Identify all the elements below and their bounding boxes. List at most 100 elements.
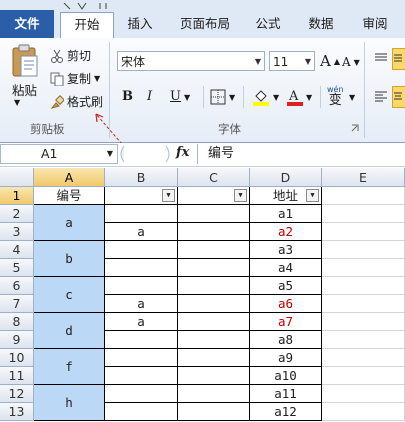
cell-d1[interactable]: 地址 ▼	[250, 187, 322, 205]
filter-dropdown-icon[interactable]: ▼	[234, 189, 247, 202]
cell-e[interactable]	[322, 349, 405, 367]
align-center-button[interactable]	[392, 86, 405, 108]
quick-access-icons[interactable]	[60, 2, 120, 11]
align-top-button[interactable]	[374, 52, 388, 66]
cell-b[interactable]	[105, 385, 178, 403]
column-header-a[interactable]: A	[34, 168, 105, 187]
row-header-11[interactable]: 11	[0, 367, 34, 385]
cell-b[interactable]: a	[105, 313, 178, 331]
italic-button[interactable]: I	[147, 89, 152, 104]
merged-cell-a[interactable]: a	[34, 205, 105, 241]
cell-c1[interactable]: ▼	[178, 187, 250, 205]
column-header-b[interactable]: B	[105, 168, 178, 187]
cell-d[interactable]: a4	[250, 259, 322, 277]
cell-c[interactable]	[178, 259, 250, 277]
cell-b[interactable]	[105, 205, 178, 223]
row-header-7[interactable]: 7	[0, 295, 34, 313]
column-header-c[interactable]: C	[178, 168, 250, 187]
merged-cell-a[interactable]: b	[34, 241, 105, 277]
row-header-1[interactable]: 1	[0, 187, 34, 205]
tab-review[interactable]: 审阅	[352, 12, 398, 38]
column-header-e[interactable]: E	[322, 168, 405, 187]
cell-d[interactable]: a8	[250, 331, 322, 349]
paste-label[interactable]: 粘贴	[12, 80, 37, 99]
bold-button[interactable]: B	[122, 89, 133, 104]
cell-d[interactable]: a12	[250, 403, 322, 421]
underline-dropdown-icon[interactable]: ▼	[184, 93, 190, 102]
cell-e[interactable]	[322, 259, 405, 277]
cell-e1[interactable]	[322, 187, 405, 205]
cell-c[interactable]	[178, 277, 250, 295]
align-left-button[interactable]	[374, 90, 388, 104]
tab-data[interactable]: 数据	[298, 12, 344, 38]
cell-b[interactable]	[105, 241, 178, 259]
cell-b[interactable]	[105, 403, 178, 421]
cell-c[interactable]	[178, 403, 250, 421]
column-header-d[interactable]: D	[250, 168, 322, 187]
cell-c[interactable]	[178, 205, 250, 223]
cell-e[interactable]	[322, 223, 405, 241]
borders-button[interactable]: ▼	[210, 89, 235, 105]
cell-d[interactable]: a6	[250, 295, 322, 313]
cut-button[interactable]: 剪切	[50, 47, 91, 64]
name-box[interactable]: A1 ▼	[0, 144, 118, 164]
cell-e[interactable]	[322, 331, 405, 349]
cell-b[interactable]: a	[105, 223, 178, 241]
cell-b[interactable]	[105, 331, 178, 349]
formula-input[interactable]: 编号	[197, 144, 405, 164]
row-header-2[interactable]: 2	[0, 205, 34, 223]
cell-d[interactable]: a3	[250, 241, 322, 259]
cell-d[interactable]: a1	[250, 205, 322, 223]
cell-b[interactable]	[105, 277, 178, 295]
cell-d[interactable]: a2	[250, 223, 322, 241]
cell-c[interactable]	[178, 385, 250, 403]
cell-e[interactable]	[322, 241, 405, 259]
grow-font-button[interactable]: A ▲	[320, 52, 340, 70]
cell-e[interactable]	[322, 277, 405, 295]
tab-home[interactable]: 开始	[60, 12, 114, 40]
cell-e[interactable]	[322, 385, 405, 403]
cell-c[interactable]	[178, 241, 250, 259]
cell-d[interactable]: a5	[250, 277, 322, 295]
cell-c[interactable]	[178, 295, 250, 313]
cell-e[interactable]	[322, 295, 405, 313]
font-color-button[interactable]: A ▼	[287, 88, 312, 106]
cell-b1[interactable]: ▼	[105, 187, 178, 205]
cell-c[interactable]	[178, 223, 250, 241]
filter-dropdown-icon[interactable]: ▼	[306, 189, 319, 202]
row-header-3[interactable]: 3	[0, 223, 34, 241]
merged-cell-a[interactable]: h	[34, 385, 105, 421]
cell-e[interactable]	[322, 313, 405, 331]
tab-file[interactable]: 文件	[0, 10, 54, 38]
row-header-12[interactable]: 12	[0, 385, 34, 403]
merged-cell-a[interactable]: f	[34, 349, 105, 385]
tab-formulas[interactable]: 公式	[245, 12, 291, 38]
cell-e[interactable]	[322, 205, 405, 223]
row-header-8[interactable]: 8	[0, 313, 34, 331]
row-header-6[interactable]: 6	[0, 277, 34, 295]
cell-c[interactable]	[178, 331, 250, 349]
copy-button[interactable]: 复制 ▼	[50, 70, 100, 87]
underline-button[interactable]: U	[170, 89, 181, 104]
cell-b[interactable]: a	[105, 295, 178, 313]
font-name-select[interactable]: 宋体 ▼	[117, 51, 265, 71]
cell-c[interactable]	[178, 313, 250, 331]
select-all-corner[interactable]	[0, 168, 34, 187]
cell-c[interactable]	[178, 367, 250, 385]
merged-cell-a[interactable]: c	[34, 277, 105, 313]
cell-b[interactable]	[105, 367, 178, 385]
cell-d[interactable]: a10	[250, 367, 322, 385]
cell-e[interactable]	[322, 403, 405, 421]
row-header-4[interactable]: 4	[0, 241, 34, 259]
tab-insert[interactable]: 插入	[118, 12, 162, 38]
paste-button[interactable]	[10, 44, 40, 80]
row-header-13[interactable]: 13	[0, 403, 34, 421]
phonetic-dropdown-icon[interactable]: ▼	[349, 93, 355, 102]
filter-dropdown-icon[interactable]: ▼	[162, 189, 175, 202]
tab-page-layout[interactable]: 页面布局	[172, 12, 238, 38]
row-header-5[interactable]: 5	[0, 259, 34, 277]
spreadsheet-grid[interactable]: A B C D E 1 2 3 4 5 6 7 8 9 10 11 12 13 编号 ▼ ▼ 地址 ▼ a b c d f h a1 a a2…	[0, 168, 405, 422]
cell-e[interactable]	[322, 367, 405, 385]
cell-b[interactable]	[105, 349, 178, 367]
font-dialog-launcher-icon[interactable]	[351, 124, 359, 132]
